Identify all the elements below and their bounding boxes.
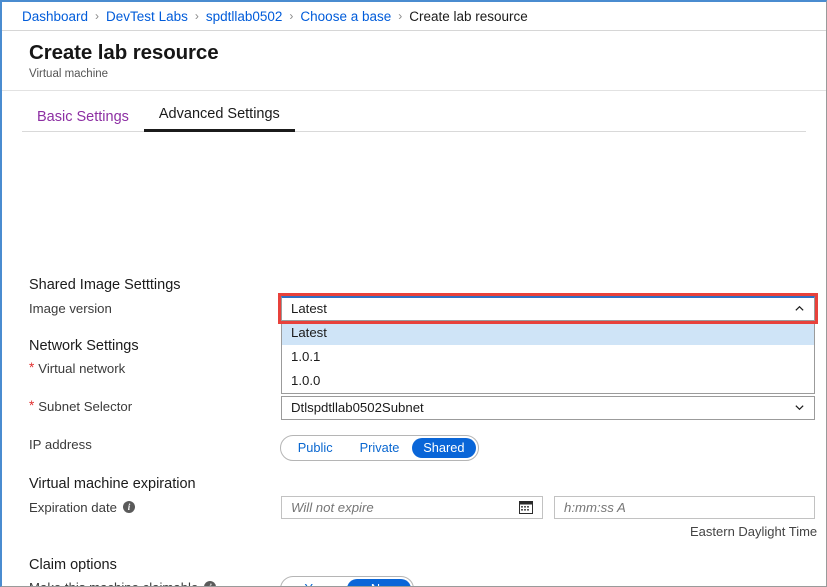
chevron-up-icon [795, 305, 804, 311]
label-expiration-date-text: Expiration date [29, 499, 117, 515]
info-icon[interactable]: i [204, 581, 217, 586]
breadcrumb-item-lab[interactable]: spdtllab0502 [206, 9, 283, 24]
claimable-option-no[interactable]: No [347, 578, 411, 586]
breadcrumb-item-dashboard[interactable]: Dashboard [22, 9, 88, 24]
azure-create-lab-resource-window: Dashboard › DevTest Labs › spdtllab0502 … [0, 0, 827, 587]
dropdown-option-1-0-0[interactable]: 1.0.0 [282, 369, 814, 393]
required-asterisk: * [29, 360, 35, 376]
label-image-version: Image version [29, 301, 112, 316]
section-heading-claim-options: Claim options [29, 556, 117, 573]
page-header: Create lab resource Virtual machine [2, 31, 826, 91]
expiration-time-placeholder: h:mm:ss A [564, 499, 626, 515]
tab-bar: Basic Settings Advanced Settings [22, 91, 806, 132]
dropdown-option-1-0-1[interactable]: 1.0.1 [282, 345, 814, 369]
dropdown-option-latest[interactable]: Latest [282, 320, 814, 345]
image-version-select[interactable]: Latest [281, 295, 815, 321]
label-ip-address: IP address [29, 437, 92, 452]
label-image-version-text: Image version [29, 300, 112, 316]
calendar-icon[interactable] [519, 500, 533, 515]
label-subnet-selector-text: Subnet Selector [38, 398, 133, 414]
timezone-note: Eastern Daylight Time [690, 523, 818, 539]
breadcrumb-separator-icon: › [95, 9, 100, 23]
label-ip-address-text: IP address [29, 436, 92, 452]
section-heading-network: Network Settings [29, 337, 139, 354]
breadcrumb-item-choose-a-base[interactable]: Choose a base [300, 9, 391, 24]
label-make-claimable-text: Make this machine claimable [29, 580, 198, 586]
image-version-value: Latest [291, 301, 327, 317]
claimable-toggle-group[interactable]: Yes No [280, 575, 414, 586]
expiration-date-input[interactable]: Will not expire [281, 495, 543, 519]
label-expiration-date: Expiration date i [29, 500, 135, 515]
tab-basic-settings[interactable]: Basic Settings [22, 109, 144, 132]
tab-advanced-settings[interactable]: Advanced Settings [143, 106, 295, 132]
breadcrumb: Dashboard › DevTest Labs › spdtllab0502 … [2, 2, 826, 31]
expiration-time-input[interactable]: h:mm:ss A [554, 495, 815, 519]
label-virtual-network-text: Virtual network [38, 360, 126, 376]
page-title: Create lab resource [29, 41, 219, 64]
label-subnet-selector: * Subnet Selector [29, 399, 132, 414]
page-subtitle: Virtual machine [29, 67, 109, 80]
info-icon[interactable]: i [122, 501, 135, 514]
ip-option-private[interactable]: Private [347, 438, 411, 458]
ip-option-public[interactable]: Public [283, 438, 347, 458]
subnet-selector-select[interactable]: Dtlspdtllab0502Subnet [281, 395, 815, 420]
ip-address-toggle-group[interactable]: Public Private Shared [280, 434, 479, 461]
chevron-down-icon [795, 405, 804, 411]
label-make-claimable: Make this machine claimable i [29, 580, 217, 586]
breadcrumb-separator-icon: › [289, 9, 294, 23]
section-heading-expiration: Virtual machine expiration [29, 475, 196, 492]
ip-option-shared[interactable]: Shared [411, 437, 476, 458]
image-version-dropdown-list[interactable]: Latest 1.0.1 1.0.0 [281, 320, 815, 394]
breadcrumb-item-devtest-labs[interactable]: DevTest Labs [106, 9, 188, 24]
breadcrumb-item-current: Create lab resource [409, 8, 528, 24]
claimable-option-yes[interactable]: Yes [283, 579, 347, 586]
label-virtual-network: * Virtual network [29, 361, 125, 376]
subnet-selector-value: Dtlspdtllab0502Subnet [291, 400, 424, 416]
breadcrumb-separator-icon: › [398, 9, 403, 23]
breadcrumb-separator-icon: › [194, 9, 199, 23]
expiration-date-placeholder: Will not expire [291, 499, 374, 515]
section-heading-shared-image: Shared Image Setttings [29, 276, 181, 293]
required-asterisk: * [29, 398, 35, 414]
